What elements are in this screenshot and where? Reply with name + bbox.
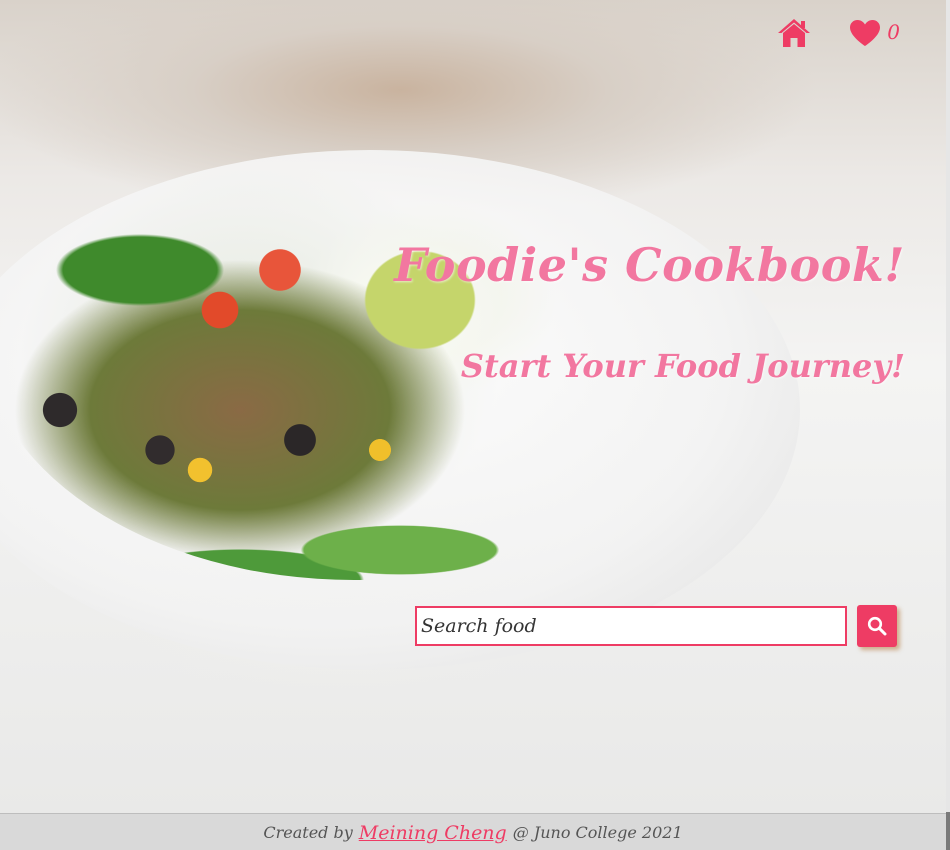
page-title: Foodie's Cookbook! <box>394 238 905 292</box>
footer: Created by Meining Cheng @ Juno College … <box>0 813 946 850</box>
home-icon <box>778 19 811 47</box>
scrollbar-thumb[interactable] <box>946 812 950 850</box>
salad-image <box>0 110 680 580</box>
search-form <box>415 605 897 647</box>
scrollbar[interactable] <box>946 0 950 850</box>
page: 0 Foodie's Cookbook! Start Your Food Jou… <box>0 0 950 850</box>
page-subtitle: Start Your Food Journey! <box>460 347 905 385</box>
header-nav: 0 <box>777 18 900 48</box>
home-button[interactable] <box>777 18 811 48</box>
author-link[interactable]: Meining Cheng <box>359 822 507 844</box>
search-input[interactable] <box>415 606 847 646</box>
hero-background-image <box>0 0 946 813</box>
heart-icon <box>850 20 881 46</box>
footer-suffix: @ Juno College 2021 <box>512 823 683 842</box>
favorites-button[interactable]: 0 <box>849 19 900 47</box>
footer-prefix: Created by <box>263 823 353 842</box>
favorites-count: 0 <box>887 20 900 44</box>
search-button[interactable] <box>857 605 897 647</box>
search-icon <box>867 616 887 636</box>
